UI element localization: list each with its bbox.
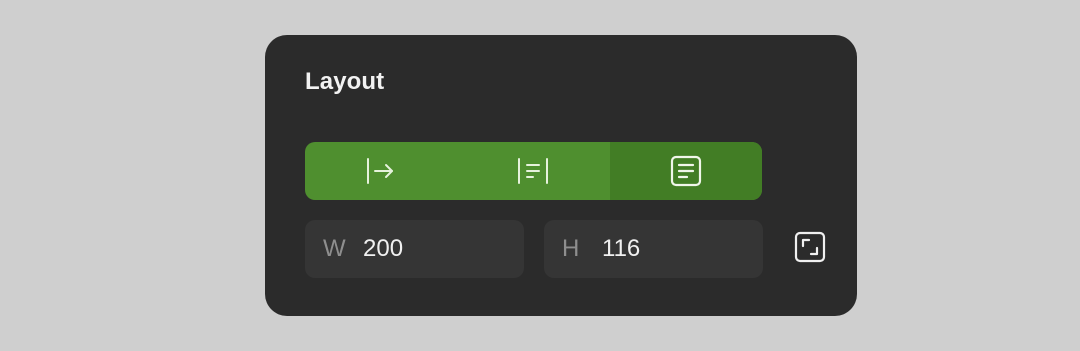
height-label: H [562, 235, 580, 262]
panel-title: Layout [305, 68, 385, 95]
height-field[interactable]: H [544, 220, 763, 278]
layout-mode-fixed-width[interactable] [305, 142, 457, 200]
resize-toggle-button[interactable] [792, 231, 828, 268]
layout-panel: Layout W 200 H 116 [265, 35, 857, 316]
width-field[interactable]: W [305, 220, 524, 278]
resize-corners-icon [794, 231, 826, 268]
align-text-between-bars-icon [516, 155, 550, 187]
height-input[interactable] [602, 235, 742, 263]
layout-mode-auto-height[interactable] [609, 142, 762, 200]
width-input[interactable] [363, 235, 503, 263]
layout-mode-segmented-control [305, 142, 762, 200]
arrow-right-from-bar-icon [365, 155, 397, 187]
layout-mode-fill-width[interactable] [457, 142, 609, 200]
width-label: W [323, 235, 346, 262]
text-box-icon [669, 154, 703, 188]
